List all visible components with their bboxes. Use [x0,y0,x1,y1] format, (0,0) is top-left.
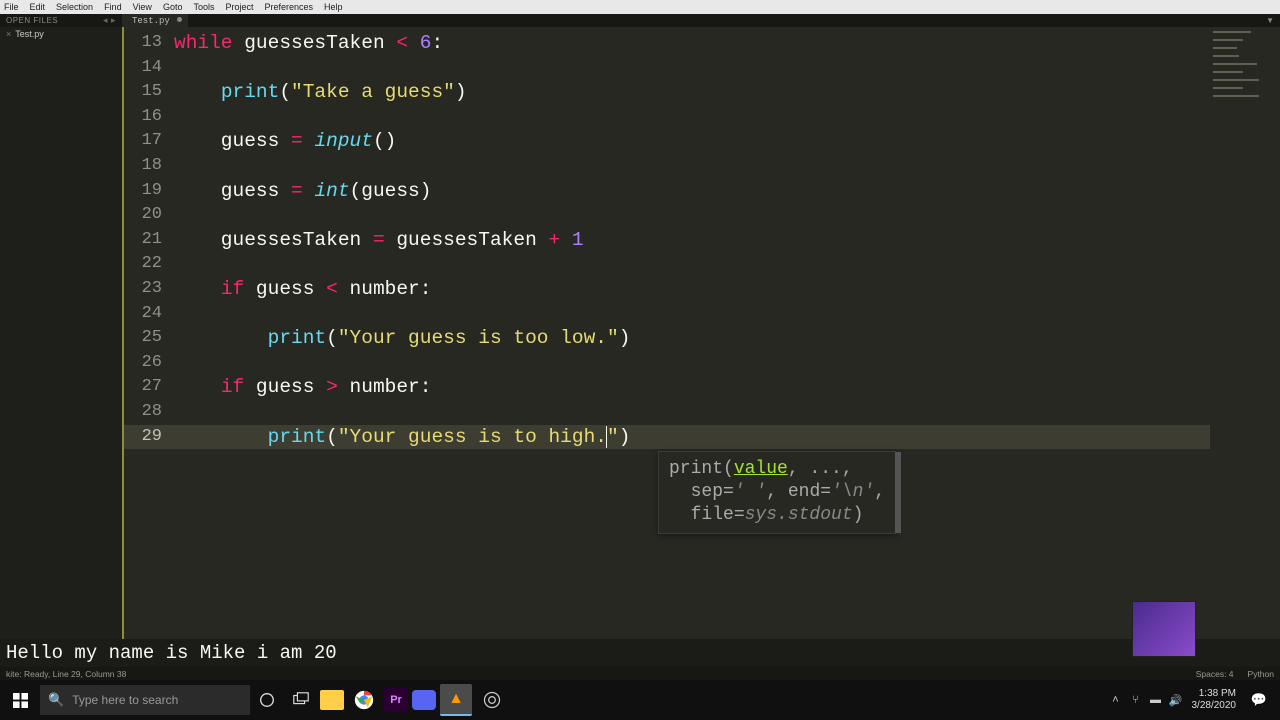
code-line[interactable]: print("Your guess is too low.") [170,326,1210,351]
line-number: 24 [124,302,170,327]
code-line[interactable] [170,252,1210,277]
line-number: 19 [124,179,170,204]
tooltip-scrollbar[interactable] [895,452,901,533]
tab-strip: OPEN FILES ◂ ▸ Test.py ▼ [0,14,1280,27]
dirty-indicator-icon [177,17,182,22]
tab-test-py[interactable]: Test.py [122,14,188,27]
sig-param: value [734,459,788,479]
tab-dropdown-icon[interactable]: ▼ [1260,14,1280,27]
code-line[interactable]: print("Your guess is to high.") [170,425,1210,450]
signature-help-tooltip: print(value, ..., sep=' ', end='\n', fil… [658,451,896,534]
code-line[interactable]: if guess < number: [170,277,1210,302]
windows-logo-icon [13,693,28,708]
editor[interactable]: 1314151617181920212223242526272829 while… [124,27,1280,639]
sidebar: × Test.py [0,27,122,639]
taskbar-app-explorer[interactable] [320,690,344,710]
main-area: × Test.py 131415161718192021222324252627… [0,27,1280,639]
menu-help[interactable]: Help [324,2,343,12]
sidebar-header: OPEN FILES ◂ ▸ [0,14,122,27]
status-left: kite: Ready, Line 29, Column 38 [6,669,126,679]
menu-goto[interactable]: Goto [163,2,183,12]
code-line[interactable] [170,154,1210,179]
build-output-panel: Hello my name is Mike i am 20 [0,639,1280,667]
line-number: 27 [124,375,170,400]
clock-date: 3/28/2020 [1192,700,1237,712]
menu-view[interactable]: View [133,2,152,12]
line-number-gutter: 1314151617181920212223242526272829 [124,27,170,639]
system-tray: ˄ ⑂ ▬ 🔊 1:38 PM 3/28/2020 💬 [1106,688,1280,712]
taskbar-clock[interactable]: 1:38 PM 3/28/2020 [1192,688,1237,712]
menu-project[interactable]: Project [225,2,253,12]
status-language[interactable]: Python [1248,669,1274,679]
code-line[interactable]: guess = int(guess) [170,179,1210,204]
menu-find[interactable]: Find [104,2,122,12]
line-number: 17 [124,129,170,154]
line-number: 23 [124,277,170,302]
action-center-icon[interactable]: 💬 [1242,692,1276,708]
line-number: 15 [124,80,170,105]
line-number: 20 [124,203,170,228]
open-file-item[interactable]: × Test.py [0,27,122,41]
taskbar-app-obs[interactable] [476,684,508,716]
minimap[interactable] [1210,27,1280,639]
search-placeholder: Type here to search [72,693,178,707]
menu-edit[interactable]: Edit [30,2,46,12]
line-number: 14 [124,56,170,81]
menu-selection[interactable]: Selection [56,2,93,12]
windows-taskbar: 🔍 Type here to search Pr ▲ ˄ ⑂ ▬ 🔊 1:38 … [0,680,1280,720]
status-spaces[interactable]: Spaces: 4 [1196,669,1234,679]
code-line[interactable]: guessesTaken = guessesTaken + 1 [170,228,1210,253]
line-number: 13 [124,31,170,56]
file-name: Test.py [15,29,44,39]
code-area[interactable]: while guessesTaken < 6: print("Take a gu… [170,27,1210,639]
code-line[interactable] [170,302,1210,327]
line-number: 26 [124,351,170,376]
open-files-label: OPEN FILES [6,16,58,25]
line-number: 25 [124,326,170,351]
code-line[interactable] [170,56,1210,81]
taskbar-app-discord[interactable] [412,690,436,710]
sig-fn: print [669,459,723,479]
taskbar-app-premiere[interactable]: Pr [384,688,408,712]
menu-tools[interactable]: Tools [193,2,214,12]
tray-volume-icon[interactable]: 🔊 [1166,694,1186,707]
code-line[interactable]: while guessesTaken < 6: [170,31,1210,56]
picture-in-picture-thumbnail[interactable] [1132,601,1196,657]
menu-preferences[interactable]: Preferences [264,2,313,12]
close-file-icon[interactable]: × [6,29,11,39]
line-number: 16 [124,105,170,130]
taskbar-search[interactable]: 🔍 Type here to search [40,685,250,715]
code-line[interactable] [170,203,1210,228]
tab-label: Test.py [132,16,170,26]
cortana-icon[interactable] [250,680,284,720]
code-line[interactable]: print("Take a guess") [170,80,1210,105]
line-number: 21 [124,228,170,253]
tab-nav-arrows[interactable]: ◂ ▸ [103,15,116,26]
taskbar-app-sublime[interactable]: ▲ [440,684,472,716]
code-line[interactable] [170,351,1210,376]
tray-usb-icon[interactable]: ⑂ [1126,694,1146,706]
console-text: Hello my name is Mike i am 20 [6,642,337,664]
code-line[interactable]: guess = input() [170,129,1210,154]
code-line[interactable] [170,105,1210,130]
menu-bar: File Edit Selection Find View Goto Tools… [0,0,1280,14]
menu-file[interactable]: File [4,2,19,12]
clock-time: 1:38 PM [1192,688,1237,700]
code-line[interactable]: if guess > number: [170,375,1210,400]
line-number: 29 [124,425,170,450]
tray-network-icon[interactable]: ▬ [1146,694,1166,706]
line-number: 28 [124,400,170,425]
line-number: 22 [124,252,170,277]
tray-chevron-up-icon[interactable]: ˄ [1106,694,1126,706]
search-icon: 🔍 [48,692,64,708]
taskbar-app-chrome[interactable] [348,684,380,716]
start-button[interactable] [0,680,40,720]
task-view-icon[interactable] [284,680,318,720]
status-bar: kite: Ready, Line 29, Column 38 Spaces: … [0,667,1280,680]
line-number: 18 [124,154,170,179]
code-line[interactable] [170,400,1210,425]
